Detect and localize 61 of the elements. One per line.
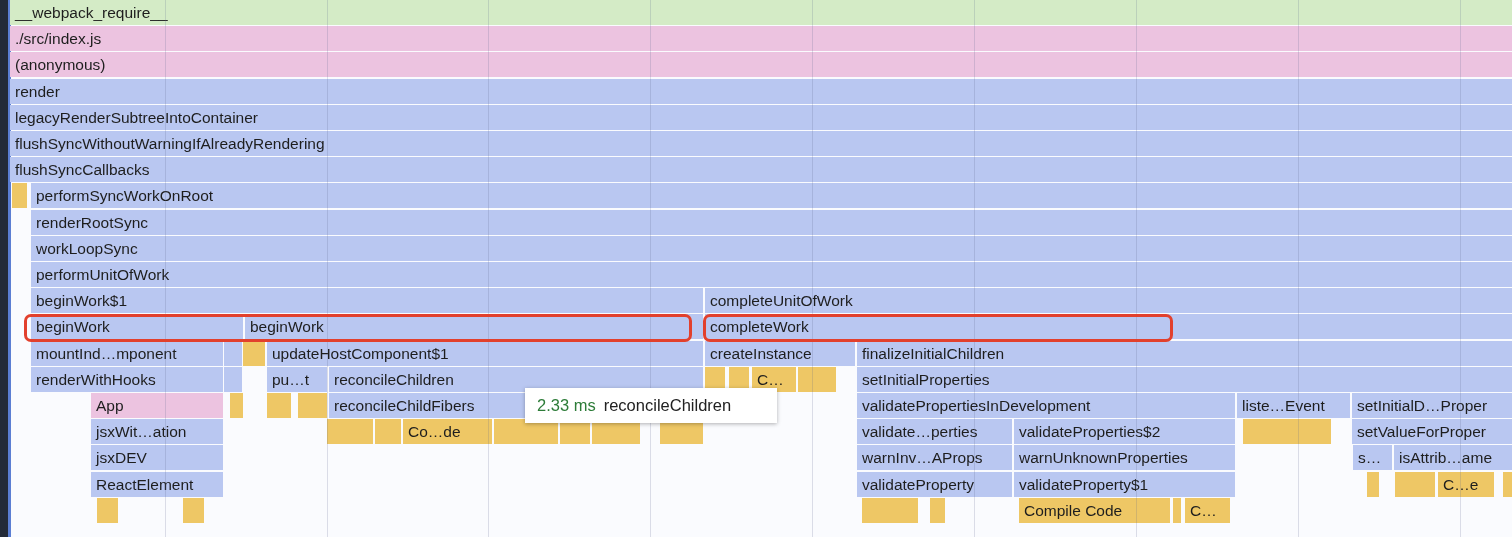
call-frame[interactable]: finalizeInitialChildren bbox=[857, 340, 1512, 366]
call-frame[interactable]: workLoopSync bbox=[31, 235, 1512, 261]
call-frame[interactable]: updateHostComponent$1 bbox=[267, 340, 703, 366]
call-frame[interactable]: validateProperty bbox=[857, 471, 1012, 497]
call-frame[interactable]: completeUnitOfWork bbox=[705, 288, 1512, 314]
call-frame-block[interactable] bbox=[1173, 497, 1181, 523]
call-frame[interactable]: Compile Code bbox=[1019, 497, 1170, 523]
call-frame[interactable]: validateProperty$1 bbox=[1014, 471, 1235, 497]
call-frame[interactable]: validateProperties$2 bbox=[1014, 419, 1235, 445]
call-frame[interactable]: (anonymous) bbox=[10, 52, 1512, 78]
call-frame[interactable]: C…e bbox=[1438, 471, 1494, 497]
call-frame-block[interactable] bbox=[930, 497, 945, 523]
call-frame[interactable]: ReactElement bbox=[91, 471, 223, 497]
call-frame[interactable]: validatePropertiesInDevelopment bbox=[857, 393, 1235, 418]
call-frame[interactable]: performUnitOfWork bbox=[31, 262, 1512, 287]
call-frame[interactable]: C… bbox=[752, 366, 796, 392]
call-frame[interactable]: App bbox=[91, 393, 223, 418]
call-frame[interactable]: flushSyncWithoutWarningIfAlreadyRendering bbox=[10, 131, 1512, 156]
call-frame-block[interactable] bbox=[327, 419, 373, 445]
call-frame[interactable]: ./src/index.js bbox=[10, 26, 1512, 52]
call-frame[interactable]: isAttrib…ame bbox=[1394, 445, 1512, 471]
duration-text: 2.33 ms bbox=[537, 396, 596, 415]
call-frame[interactable]: reconcileChildren bbox=[329, 366, 703, 392]
call-frame[interactable]: validate…perties bbox=[857, 419, 1012, 445]
call-frame[interactable]: render bbox=[10, 78, 1512, 104]
call-frame-block[interactable] bbox=[224, 340, 242, 366]
call-frame-block[interactable] bbox=[375, 419, 401, 445]
call-frame[interactable]: legacyRenderSubtreeIntoContainer bbox=[10, 104, 1512, 130]
call-frame[interactable]: beginWork$1 bbox=[31, 288, 703, 314]
call-frame[interactable]: __webpack_require__ bbox=[10, 0, 1512, 25]
call-frame-block[interactable] bbox=[862, 497, 918, 523]
call-frame-block[interactable] bbox=[97, 497, 118, 523]
call-frame-block[interactable] bbox=[243, 340, 265, 366]
call-frame-block[interactable] bbox=[12, 183, 27, 209]
call-frame-block[interactable] bbox=[1367, 471, 1379, 497]
call-frame[interactable]: renderWithHooks bbox=[31, 366, 223, 392]
call-frame[interactable]: completeWork bbox=[705, 314, 1512, 340]
call-frame[interactable]: warnUnknownProperties bbox=[1014, 445, 1235, 471]
call-frame-block[interactable] bbox=[494, 419, 558, 445]
call-frame[interactable]: jsxWit…ation bbox=[91, 419, 223, 445]
call-frame[interactable]: createInstance bbox=[705, 340, 855, 366]
call-frame[interactable]: mountInd…mponent bbox=[31, 340, 223, 366]
call-frame[interactable]: s… bbox=[1353, 445, 1392, 471]
call-frame[interactable]: flushSyncCallbacks bbox=[10, 157, 1512, 183]
call-frame[interactable]: Co…de bbox=[403, 419, 492, 445]
call-frame[interactable]: liste…Event bbox=[1237, 393, 1350, 418]
call-frame-block[interactable] bbox=[1395, 471, 1435, 497]
call-frame-block[interactable] bbox=[183, 497, 204, 523]
call-frame[interactable]: setInitialD…Proper bbox=[1352, 393, 1512, 418]
call-frame-block[interactable] bbox=[1503, 471, 1512, 497]
call-frame[interactable]: C… bbox=[1185, 497, 1230, 523]
call-frame[interactable]: jsxDEV bbox=[91, 445, 223, 471]
call-frame-block[interactable] bbox=[1243, 419, 1331, 445]
call-frame[interactable]: renderRootSync bbox=[31, 209, 1512, 235]
call-frame-block[interactable] bbox=[224, 366, 242, 392]
call-frame[interactable]: setInitialProperties bbox=[857, 366, 1512, 392]
call-frame[interactable]: performSyncWorkOnRoot bbox=[31, 183, 1512, 209]
call-frame-block[interactable] bbox=[798, 366, 836, 392]
call-frame[interactable]: pu…t bbox=[267, 366, 327, 392]
call-frame[interactable]: setValueForProper bbox=[1352, 419, 1512, 445]
call-frame[interactable]: warnInv…AProps bbox=[857, 445, 1012, 471]
